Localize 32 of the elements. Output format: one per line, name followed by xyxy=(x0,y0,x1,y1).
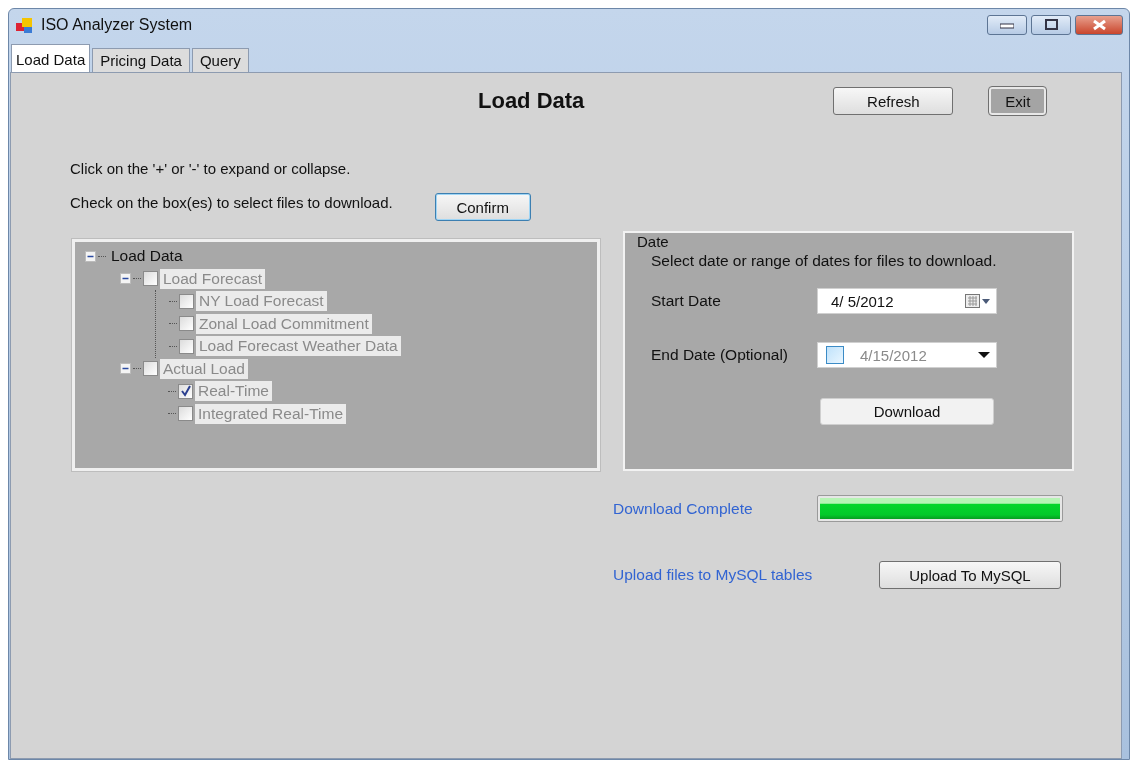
checkbox[interactable] xyxy=(826,346,844,364)
exit-button[interactable]: Exit xyxy=(989,87,1047,115)
page-heading: Load Data xyxy=(478,88,585,114)
tab[interactable]: Pricing Data xyxy=(92,48,190,72)
date-picker[interactable]: 4/15/2012 xyxy=(817,342,997,368)
tab[interactable]: Load Data xyxy=(11,44,91,73)
instruction-text: Check on the box(es) to select files to download. xyxy=(70,193,393,211)
close-button[interactable] xyxy=(1075,14,1123,35)
close-icon xyxy=(1091,18,1107,31)
refresh-button[interactable]: Refresh xyxy=(833,87,954,115)
maximize-icon xyxy=(1044,19,1058,30)
confirm-button[interactable]: Confirm xyxy=(434,193,531,221)
upload-text: Upload files to MySQL tables xyxy=(613,566,814,584)
download-button[interactable]: Download xyxy=(820,398,994,425)
collapse-icon[interactable] xyxy=(85,250,96,262)
tab[interactable]: Query xyxy=(191,48,249,72)
field-label: Start Date xyxy=(651,292,722,310)
dropdown-arrow-icon[interactable] xyxy=(978,352,990,358)
window-title: ISO Analyzer System xyxy=(41,15,193,34)
date-picker[interactable]: 4/ 5/2012 xyxy=(817,288,997,314)
maximize-button[interactable] xyxy=(1031,14,1071,35)
tree-item[interactable]: Load Data xyxy=(108,246,186,267)
field-label: End Date (Optional) xyxy=(651,346,789,364)
checkmark-icon xyxy=(179,385,192,398)
status-text: Download Complete xyxy=(613,499,754,518)
minimize-icon xyxy=(1000,20,1014,29)
minimize-button[interactable] xyxy=(987,14,1027,35)
hint-text: Select date or range of dates for files to download. xyxy=(651,252,998,270)
upload-button[interactable]: Upload To MySQL xyxy=(879,561,1061,589)
calendar-icon[interactable] xyxy=(965,294,990,308)
instruction-text: Click on the '+' or '-' to expand or collapse. xyxy=(70,160,352,177)
app-icon xyxy=(15,15,33,34)
